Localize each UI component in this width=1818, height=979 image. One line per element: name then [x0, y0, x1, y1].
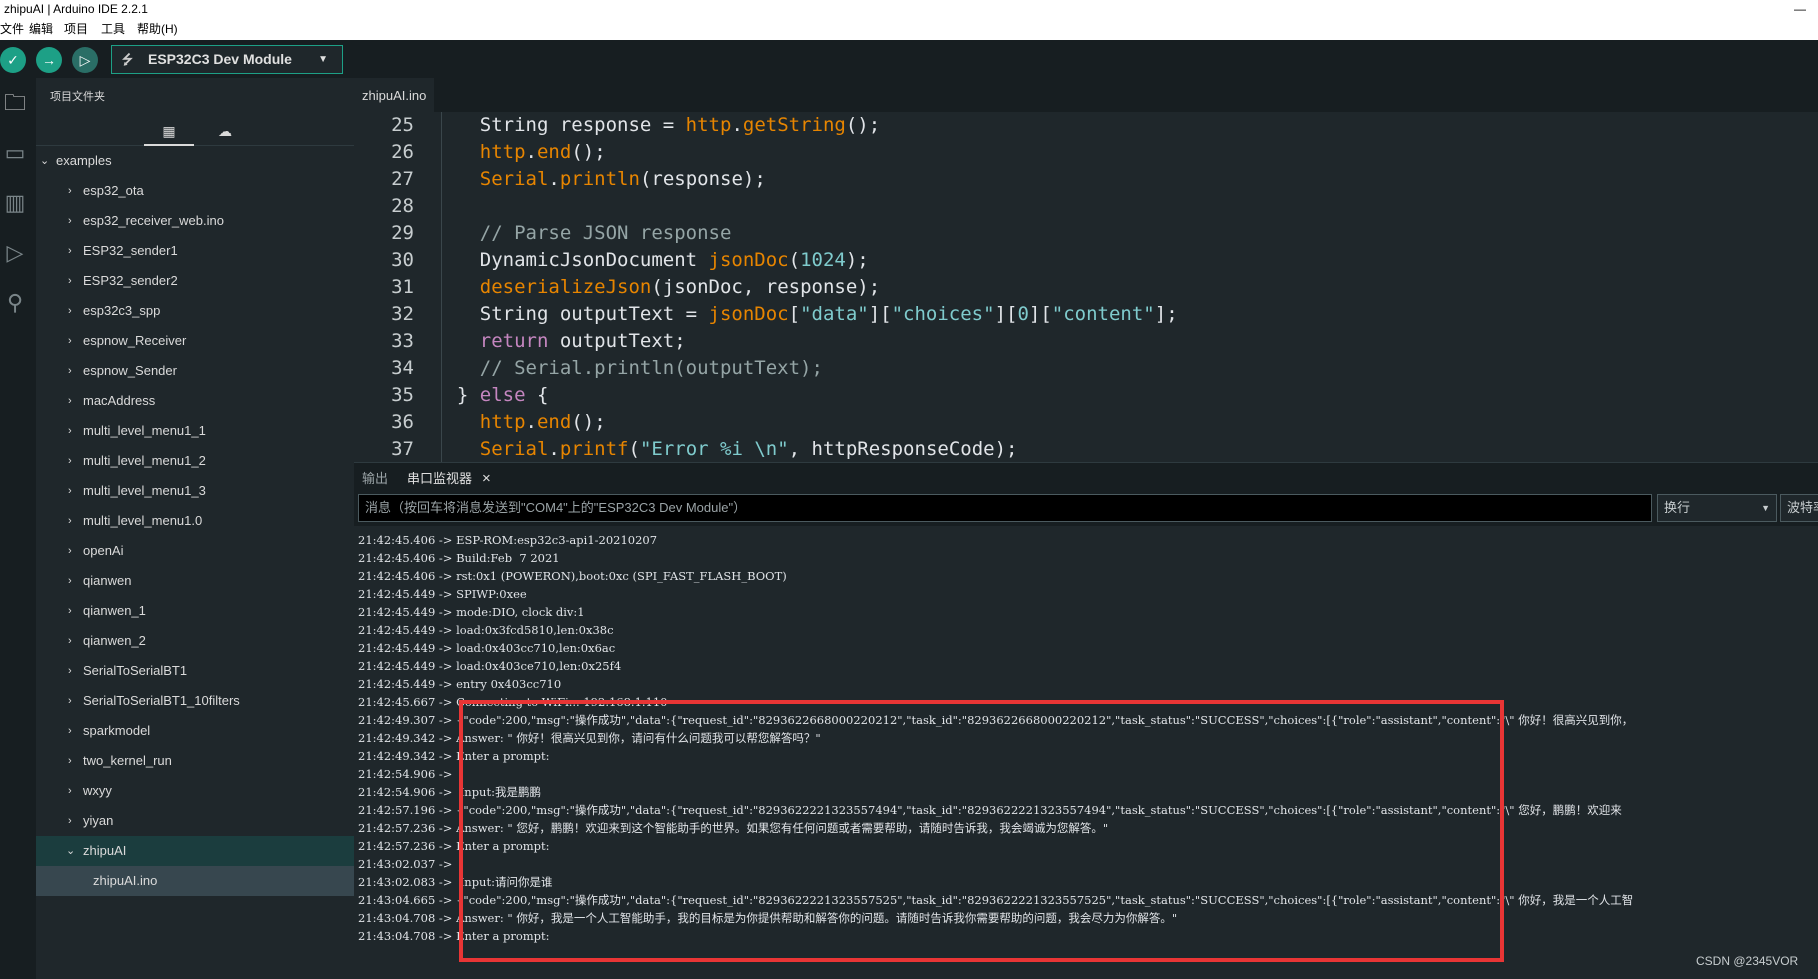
editor-tabs: zhipuAI.ino	[354, 78, 1818, 112]
code-line: 26 http.end();	[391, 141, 606, 163]
menu-project[interactable]: 项目	[64, 18, 88, 40]
serial-line: 21:42:45.449 -> mode:DIO, clock div:1	[358, 605, 585, 619]
code-line: 36 http.end();	[391, 411, 606, 433]
tree-folder[interactable]: › esp32c3_spp	[36, 296, 354, 326]
tree-folder[interactable]: › esp32_ota	[36, 176, 354, 206]
code-line: 32 String outputText = jsonDoc["data"]["…	[391, 303, 1178, 325]
board-manager-icon[interactable]: ▭	[0, 138, 30, 168]
tree-folder[interactable]: › espnow_Sender	[36, 356, 354, 386]
menu-help[interactable]: 帮助(H)	[137, 18, 178, 40]
serial-line: 21:42:45.406 -> ESP-ROM:esp32c3-api1-202…	[358, 533, 658, 547]
code-line: 25 String response = http.getString();	[391, 114, 881, 136]
tree-folder[interactable]: › openAi	[36, 536, 354, 566]
serial-line: 21:42:45.449 -> SPIWP:0xee	[358, 587, 527, 601]
serial-line: 21:42:45.449 -> load:0x403ce710,len:0x25…	[358, 659, 622, 673]
code-line: 30 DynamicJsonDocument jsonDoc(1024);	[391, 249, 869, 271]
tree-folder[interactable]: › qianwen_1	[36, 596, 354, 626]
serial-line: 21:42:45.449 -> entry 0x403cc710	[358, 677, 562, 691]
window-title: zhipuAI | Arduino IDE 2.2.1	[4, 2, 148, 16]
tree-folder-zhipuai[interactable]: ⌄ zhipuAI	[36, 836, 354, 866]
menu-tools[interactable]: 工具	[101, 18, 125, 40]
annotation-highlight-box	[459, 700, 1504, 962]
tree-folder[interactable]: › SerialToSerialBT1_10filters	[36, 686, 354, 716]
tree-folder[interactable]: › sparkmodel	[36, 716, 354, 746]
tree-folder[interactable]: › qianwen	[36, 566, 354, 596]
chevron-down-icon: ▼	[1761, 503, 1770, 513]
folder-icon[interactable]: 🗀	[0, 88, 30, 118]
tree-folder[interactable]: › SerialToSerialBT1	[36, 656, 354, 686]
line-ending-value: 换行	[1664, 500, 1691, 515]
menu-file[interactable]: 文件	[0, 18, 24, 40]
tree-folder[interactable]: › macAddress	[36, 386, 354, 416]
menu-edit[interactable]: 编辑	[29, 18, 53, 40]
close-icon[interactable]: ×	[482, 463, 491, 495]
chevron-down-icon: ▼	[318, 54, 328, 65]
code-line: 29 // Parse JSON response	[391, 222, 732, 244]
code-editor[interactable]: 25 String response = http.getString(); 2…	[354, 112, 1818, 462]
tree-folder[interactable]: › qianwen_2	[36, 626, 354, 656]
tree-folder[interactable]: › yiyan	[36, 806, 354, 836]
sidebar-title: 项目文件夹	[50, 91, 105, 103]
tree-folder[interactable]: › multi_level_menu1_3	[36, 476, 354, 506]
code-line: 28	[391, 195, 414, 217]
code-line: 37 Serial.printf("Error %i \n", httpResp…	[391, 438, 1018, 460]
title-bar: zhipuAI | Arduino IDE 2.2.1 —	[0, 0, 1818, 18]
code-line: 27 Serial.println(response);	[391, 168, 766, 190]
tree-folder-examples[interactable]: ⌄ examples	[36, 146, 354, 176]
debug-button[interactable]: ▷	[72, 47, 98, 73]
upload-button[interactable]: →	[36, 47, 62, 73]
sidebar-tabs: ▦ ☁	[36, 118, 354, 146]
library-icon[interactable]: ▥	[0, 188, 30, 218]
watermark: CSDN @2345VOR	[1696, 954, 1799, 968]
cloud-sketchbook-icon[interactable]: ☁	[200, 118, 250, 146]
tree-folder[interactable]: › multi_level_menu1_1	[36, 416, 354, 446]
line-ending-select[interactable]: 换行 ▼	[1657, 494, 1777, 522]
serial-line: 21:42:45.449 -> load:0x3fcd5810,len:0x38…	[358, 623, 614, 637]
debug-icon[interactable]: ▷	[0, 238, 30, 268]
tree-folder[interactable]: › multi_level_menu1_2	[36, 446, 354, 476]
usb-icon: ⭍	[122, 52, 133, 67]
minimize-button[interactable]: —	[1794, 0, 1806, 18]
serial-message-input[interactable]: 消息（按回车将消息发送到"COM4"上的"ESP32C3 Dev Module"…	[358, 494, 1652, 522]
tab-output[interactable]: 输出	[362, 463, 388, 495]
tab-zhipuai-ino[interactable]: zhipuAI.ino	[354, 78, 435, 112]
tab-serial-monitor[interactable]: 串口监视器	[407, 463, 472, 495]
menu-bar: 文件 编辑 项目 工具 帮助(H)	[0, 18, 1818, 40]
baud-rate-select[interactable]: 波特率	[1780, 494, 1818, 522]
search-icon[interactable]: ⚲	[0, 288, 30, 318]
board-name: ESP32C3 Dev Module	[148, 51, 292, 67]
code-line: 34 // Serial.println(outputText);	[391, 357, 823, 379]
verify-button[interactable]: ✓	[0, 47, 26, 73]
tree-folder[interactable]: › wxyy	[36, 776, 354, 806]
code-line: 31 deserializeJson(jsonDoc, response);	[391, 276, 881, 298]
sidebar: 项目文件夹 ▦ ☁ ⌄ examples › esp32_ota › esp32_re…	[36, 78, 354, 979]
serial-line: 21:42:45.406 -> Build:Feb 7 2021	[358, 551, 560, 565]
tree-folder[interactable]: › multi_level_menu1.0	[36, 506, 354, 536]
serial-line: 21:42:45.449 -> load:0x403cc710,len:0x6a…	[358, 641, 616, 655]
tree-folder[interactable]: › ESP32_sender2	[36, 266, 354, 296]
code-line: 33 return outputText;	[391, 330, 686, 352]
tree-folder[interactable]: › ESP32_sender1	[36, 236, 354, 266]
code-line: 35 } else {	[391, 384, 549, 406]
tree-folder[interactable]: › espnow_Receiver	[36, 326, 354, 356]
panel-header: 输出 串口监视器 ×	[354, 462, 1818, 494]
serial-line: 21:42:45.406 -> rst:0x1 (POWERON),boot:0…	[358, 569, 787, 583]
local-sketchbook-icon[interactable]: ▦	[144, 118, 194, 146]
board-selector[interactable]: ⭍ ESP32C3 Dev Module ▼	[111, 45, 343, 74]
activity-bar: 🗀 ▭ ▥ ▷ ⚲	[0, 78, 36, 979]
tree-folder[interactable]: › two_kernel_run	[36, 746, 354, 776]
indent-guide	[441, 112, 442, 462]
tree-file-zhipuai-ino[interactable]: zhipuAI.ino	[36, 866, 354, 896]
tree-folder[interactable]: › esp32_receiver_web.ino	[36, 206, 354, 236]
